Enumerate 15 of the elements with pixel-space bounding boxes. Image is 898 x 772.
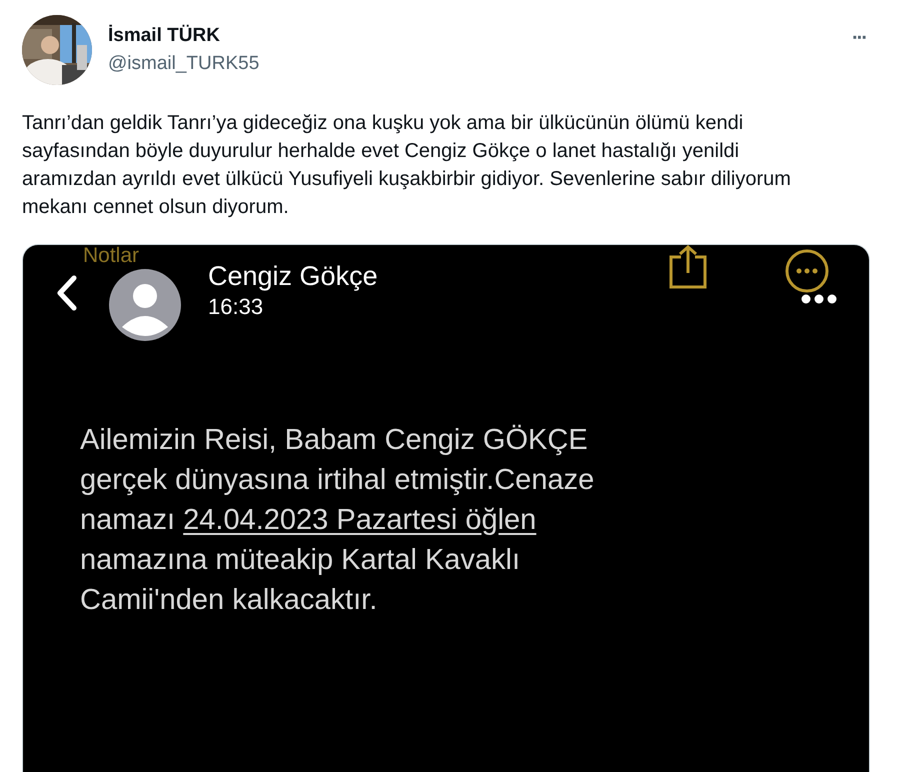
contact-avatar-icon (109, 269, 181, 341)
message-line: gerçek dünyasına irtihal etmiştir.Cenaze (80, 463, 596, 498)
message-line: namazı 24.04.2023 Pazartesi öğlen (80, 503, 538, 538)
author-handle[interactable]: @ismail_TURK55 (108, 53, 260, 75)
contact-name: Cengiz Gökçe (208, 261, 378, 292)
chevron-left-icon (56, 275, 78, 311)
ellipsis-circle-icon (783, 249, 839, 305)
message-time: 16:33 (208, 294, 264, 320)
message-line: Ailemizin Reisi, Babam Cengiz GÖKÇE (80, 423, 589, 458)
more-button[interactable]: ··· (848, 23, 870, 54)
tweet-text: Tanrı’dan geldik Tanrı’ya gideceğiz ona kuşku yok ama bir ülkücünün ölümü kendi sayfasından böyle duyurulur herhalde evet Cengiz Gökçe o lanet hastalığı yenildi aramızdan ayrıldı evet ülkücü Yusufiyeli kuşakbirbir gidiyor. Sevenlerine sabır diliyorum mekanı cennet olsun diyorum. (22, 111, 792, 220)
message-line: Camii'nden kalkacaktır. (80, 583, 378, 618)
message-line: namazına müteakip Kartal Kavaklı (80, 543, 522, 578)
back-label: Notlar (83, 245, 140, 267)
author-name[interactable]: İsmail TÜRK (108, 25, 220, 47)
